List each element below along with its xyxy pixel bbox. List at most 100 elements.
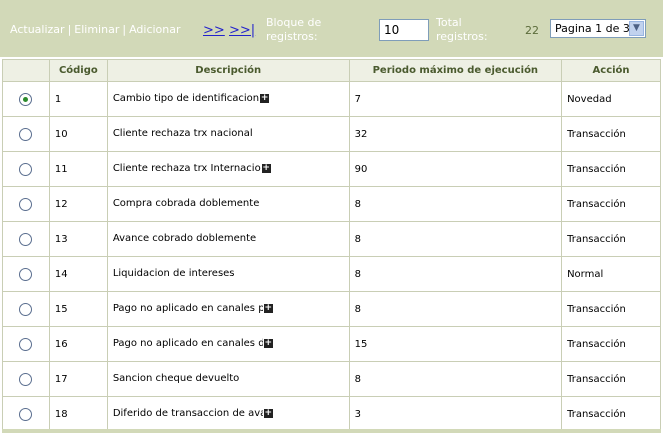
descripcion-cell: Liquidacion de intereses bbox=[106, 256, 350, 292]
descripcion-text: Sancion cheque devuelto bbox=[112, 373, 240, 385]
actualizar-link[interactable]: Actualizar bbox=[10, 23, 65, 36]
row-radio[interactable] bbox=[19, 267, 33, 281]
periodo-cell: 8 bbox=[348, 256, 563, 292]
table-row[interactable]: 18 Diferido de transaccion de ava+ 3 Transa… bbox=[2, 396, 661, 432]
descripcion-cell: Compra cobrada doblemente bbox=[106, 186, 350, 222]
codigo-cell: 10 bbox=[48, 116, 108, 152]
row-select-cell bbox=[2, 396, 50, 432]
plus-icon[interactable]: + bbox=[263, 304, 273, 314]
descripcion-cell: Sancion cheque devuelto bbox=[106, 361, 350, 397]
accion-cell: Transacción bbox=[561, 151, 661, 187]
table-row[interactable]: 16 Pago no aplicado en canales de+ 15 Trans… bbox=[2, 326, 661, 362]
row-radio[interactable] bbox=[19, 337, 33, 351]
periodo-cell: 3 bbox=[348, 396, 563, 432]
codigo-cell: 18 bbox=[48, 396, 108, 432]
last-page-link[interactable]: >>| bbox=[229, 23, 255, 38]
table-row[interactable]: 15 Pago no aplicado en canales pr+ 8 Transa… bbox=[2, 291, 661, 327]
eliminar-link[interactable]: Eliminar bbox=[74, 23, 119, 36]
descripcion-cell: Cliente rechaza trx nacional bbox=[106, 116, 350, 152]
total-label: Total registros: bbox=[436, 16, 488, 43]
plus-icon[interactable]: + bbox=[260, 94, 270, 104]
page-select[interactable]: Pagina 1 de 3 ▼ bbox=[550, 19, 646, 38]
row-radio[interactable] bbox=[19, 232, 33, 246]
row-radio[interactable] bbox=[19, 92, 33, 106]
row-radio[interactable] bbox=[19, 162, 33, 176]
records-table: Código Descripción Periodo máximo de eje… bbox=[2, 59, 661, 432]
column-header-periodo[interactable]: Periodo máximo de ejecución bbox=[348, 59, 563, 82]
descripcion-text: Diferido de transaccion de ava bbox=[112, 408, 263, 420]
total-value: 22 bbox=[525, 24, 539, 37]
descripcion-text: Pago no aplicado en canales pr bbox=[112, 303, 263, 315]
accion-cell: Transacción bbox=[561, 326, 661, 362]
plus-icon[interactable]: + bbox=[263, 339, 273, 349]
accion-cell: Transacción bbox=[561, 291, 661, 327]
toolbar-actions: Actualizar | Eliminar | Adicionar bbox=[10, 23, 181, 36]
descripcion-cell: Cambio tipo de identificacion + bbox=[106, 81, 350, 117]
table-body: 1 Cambio tipo de identificacion +7 Novedad 1… bbox=[2, 81, 661, 432]
row-radio[interactable] bbox=[19, 197, 33, 211]
descripcion-text: Cliente rechaza trx nacional bbox=[112, 128, 253, 140]
descripcion-text: Compra cobrada doblemente bbox=[112, 198, 260, 210]
row-select-cell bbox=[2, 291, 50, 327]
row-select-cell bbox=[2, 256, 50, 292]
periodo-cell: 8 bbox=[348, 221, 563, 257]
codigo-cell: 14 bbox=[48, 256, 108, 292]
row-radio[interactable] bbox=[19, 407, 33, 421]
descripcion-text: Pago no aplicado en canales de bbox=[112, 338, 263, 350]
descripcion-text: Cliente rechaza trx Internacio bbox=[112, 163, 261, 175]
descripcion-cell: Cliente rechaza trx Internacio + bbox=[106, 151, 350, 187]
row-select-cell bbox=[2, 361, 50, 397]
row-radio[interactable] bbox=[19, 302, 33, 316]
separator: | bbox=[122, 23, 127, 36]
descripcion-text: Avance cobrado doblemente bbox=[112, 233, 257, 245]
descripcion-cell: Pago no aplicado en canales pr+ bbox=[106, 291, 350, 327]
table-row[interactable]: 10 Cliente rechaza trx nacional 32 Transacc… bbox=[2, 116, 661, 152]
descripcion-cell: Diferido de transaccion de ava+ bbox=[106, 396, 350, 432]
periodo-cell: 7 bbox=[348, 81, 563, 117]
codigo-cell: 1 bbox=[48, 81, 108, 117]
row-select-cell bbox=[2, 186, 50, 222]
accion-cell: Transacción bbox=[561, 361, 661, 397]
periodo-cell: 8 bbox=[348, 291, 563, 327]
separator: | bbox=[67, 23, 72, 36]
table-row[interactable]: 13 Avance cobrado doblemente 8 Transacción bbox=[2, 221, 661, 257]
column-header-accion[interactable]: Acción bbox=[561, 59, 661, 82]
accion-cell: Transacción bbox=[561, 186, 661, 222]
plus-icon[interactable]: + bbox=[263, 409, 273, 419]
codigo-cell: 11 bbox=[48, 151, 108, 187]
accion-cell: Transacción bbox=[561, 116, 661, 152]
codigo-cell: 13 bbox=[48, 221, 108, 257]
plus-icon[interactable]: + bbox=[261, 164, 271, 174]
row-select-cell bbox=[2, 221, 50, 257]
table-row[interactable]: 12 Compra cobrada doblemente 8 Transacción bbox=[2, 186, 661, 222]
row-radio[interactable] bbox=[19, 372, 33, 386]
toolbar: Actualizar | Eliminar | Adicionar >> >>| Blo… bbox=[0, 0, 663, 57]
page-select-value: Pagina 1 de 3 bbox=[555, 22, 630, 35]
descripcion-text: Liquidacion de intereses bbox=[112, 268, 235, 280]
bloque-input[interactable] bbox=[379, 19, 429, 41]
row-radio[interactable] bbox=[19, 127, 33, 141]
adicionar-link[interactable]: Adicionar bbox=[129, 23, 180, 36]
bloque-label: Bloque de registros: bbox=[266, 16, 322, 43]
accion-cell: Transacción bbox=[561, 396, 661, 432]
accion-cell: Transacción bbox=[561, 221, 661, 257]
table-row[interactable]: 14 Liquidacion de intereses 8 Normal bbox=[2, 256, 661, 292]
next-page-link[interactable]: >> bbox=[203, 23, 225, 38]
codigo-cell: 12 bbox=[48, 186, 108, 222]
table-row[interactable]: 1 Cambio tipo de identificacion +7 Novedad bbox=[2, 81, 661, 117]
column-header-select bbox=[2, 59, 50, 82]
row-select-cell bbox=[2, 116, 50, 152]
bottom-bar bbox=[2, 429, 661, 433]
column-header-codigo[interactable]: Código bbox=[48, 59, 108, 82]
periodo-cell: 15 bbox=[348, 326, 563, 362]
table-row[interactable]: 17 Sancion cheque devuelto 8 Transacción bbox=[2, 361, 661, 397]
descripcion-cell: Pago no aplicado en canales de+ bbox=[106, 326, 350, 362]
table-header-row: Código Descripción Periodo máximo de eje… bbox=[2, 59, 661, 82]
column-header-descripcion[interactable]: Descripción bbox=[106, 59, 350, 82]
periodo-cell: 8 bbox=[348, 186, 563, 222]
row-select-cell bbox=[2, 151, 50, 187]
codigo-cell: 15 bbox=[48, 291, 108, 327]
chevron-down-icon[interactable]: ▼ bbox=[629, 21, 644, 36]
accion-cell: Novedad bbox=[561, 81, 661, 117]
table-row[interactable]: 11 Cliente rechaza trx Internacio +90 Trans… bbox=[2, 151, 661, 187]
